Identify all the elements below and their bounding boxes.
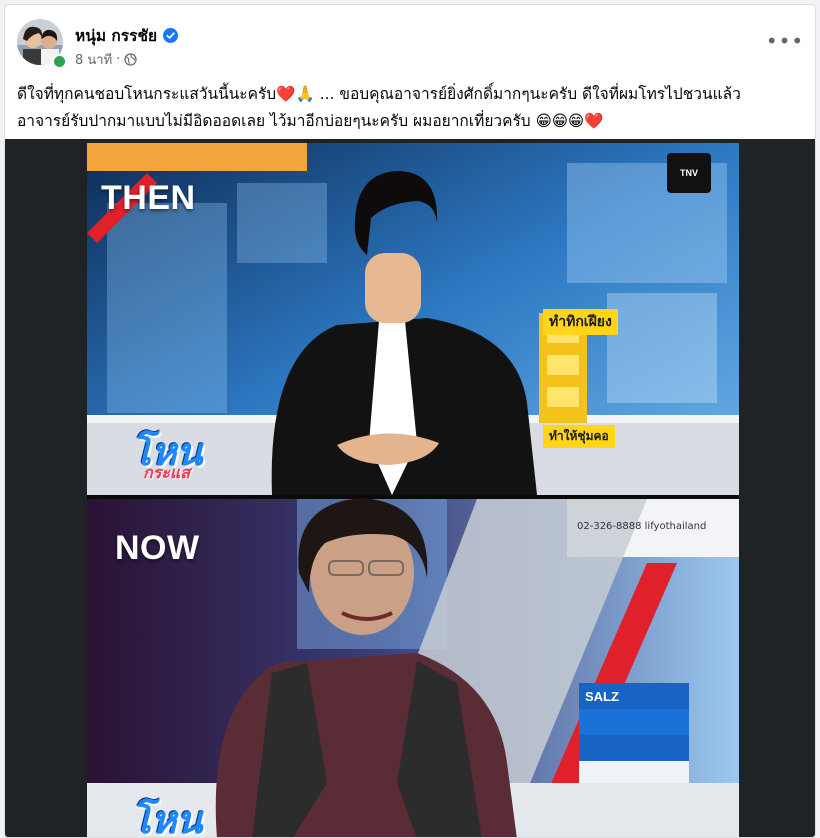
- more-options-button[interactable]: •••: [766, 29, 803, 53]
- verified-badge-icon: [163, 28, 179, 43]
- contact-info: 02-326-8888 lifyothailand: [577, 521, 707, 532]
- product-sign-top: ทำทิกเฝียง: [543, 309, 618, 335]
- post-timestamp[interactable]: 8 นาที: [75, 49, 112, 70]
- now-label: NOW: [115, 529, 200, 567]
- meta-separator: ·: [116, 52, 121, 67]
- show-logo-sub-top: กระแส: [143, 465, 190, 482]
- then-label: THEN: [101, 179, 196, 217]
- caption-line-2: อาจารย์รับปากมาแบบไม่มีอิดออดเลย ไว้มาอี…: [17, 112, 604, 130]
- caption-line-1: ดีใจที่ทุกคนชอบโหนกระแสวันนี้นะครับ❤️🙏 .…: [17, 85, 741, 103]
- comparison-image: TNV THEN โหน กระแส ทำทิกเฝียง ทำให้ชุ่มค…: [87, 143, 739, 838]
- post-header: หนุ่ม กรรชัย 8 นาที · •••: [5, 5, 815, 75]
- globe-icon[interactable]: [124, 53, 137, 66]
- author-row: หนุ่ม กรรชัย: [75, 23, 179, 48]
- post-meta: 8 นาที ·: [75, 49, 137, 70]
- product-brand: SALZ: [585, 689, 619, 704]
- show-logo-bottom: โหน: [131, 800, 203, 838]
- product-sign-bottom: ทำให้ชุ่มคอ: [543, 425, 615, 448]
- svg-text:TNV: TNV: [680, 168, 698, 178]
- author-name[interactable]: หนุ่ม กรรชัย: [75, 23, 157, 48]
- post-caption: ดีใจที่ทุกคนชอบโหนกระแสวันนี้นะครับ❤️🙏 .…: [17, 81, 801, 135]
- online-status-icon: [52, 54, 67, 69]
- facebook-post: หนุ่ม กรรชัย 8 นาที · ••• ดีใจที่ทุกคนชอ…: [4, 4, 816, 838]
- post-image[interactable]: TNV THEN โหน กระแส ทำทิกเฝียง ทำให้ชุ่มค…: [5, 139, 815, 838]
